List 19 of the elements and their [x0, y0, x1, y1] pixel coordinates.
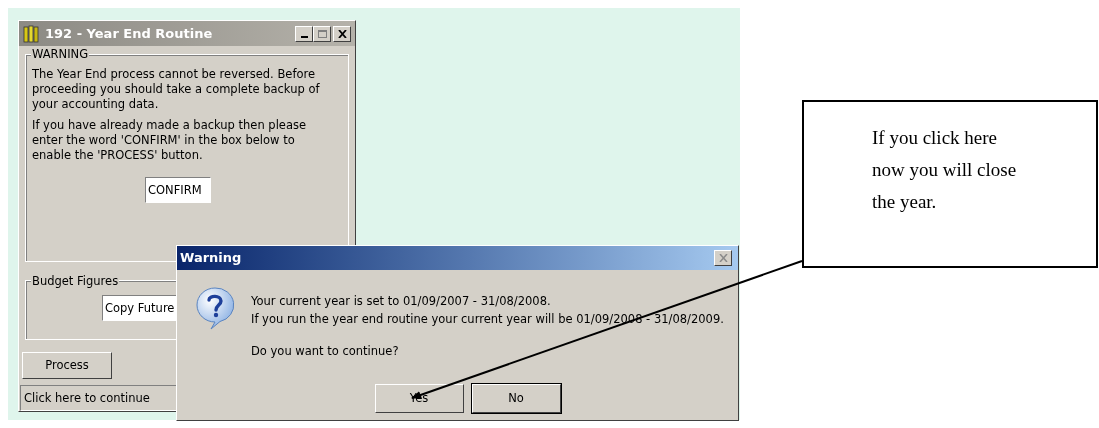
close-button[interactable] — [714, 250, 732, 266]
close-button[interactable] — [333, 25, 351, 42]
close-icon — [718, 254, 728, 262]
callout-text: If you click here now you will close the year. — [872, 126, 1018, 214]
question-icon — [195, 286, 235, 330]
warning-text: If you have already made a backup then please enter the word 'CONFIRM' in the box below to enable the 'PROCESS' button. — [32, 118, 308, 164]
window-title: 192 - Year End Routine — [45, 25, 214, 43]
warning-text: The Year End process cannot be reversed. Before proceeding you should take a complete backup of your accounting data. — [32, 67, 321, 113]
books-icon — [23, 24, 41, 43]
dialog-button[interactable]: No — [471, 384, 561, 413]
close-icon — [337, 29, 347, 38]
confirm-field[interactable]: CONFIRM — [145, 177, 211, 204]
message-text: Your current year is set to 01/09/2007 - 31/08/2008. — [251, 293, 552, 310]
minimize-button[interactable] — [295, 25, 313, 42]
process-button[interactable]: Process — [22, 351, 112, 379]
question-text: Do you want to continue? — [251, 343, 400, 360]
group-label: Budget Figures — [31, 273, 120, 291]
dialog-title: Warning — [180, 249, 243, 268]
maximize-button[interactable] — [313, 25, 331, 42]
